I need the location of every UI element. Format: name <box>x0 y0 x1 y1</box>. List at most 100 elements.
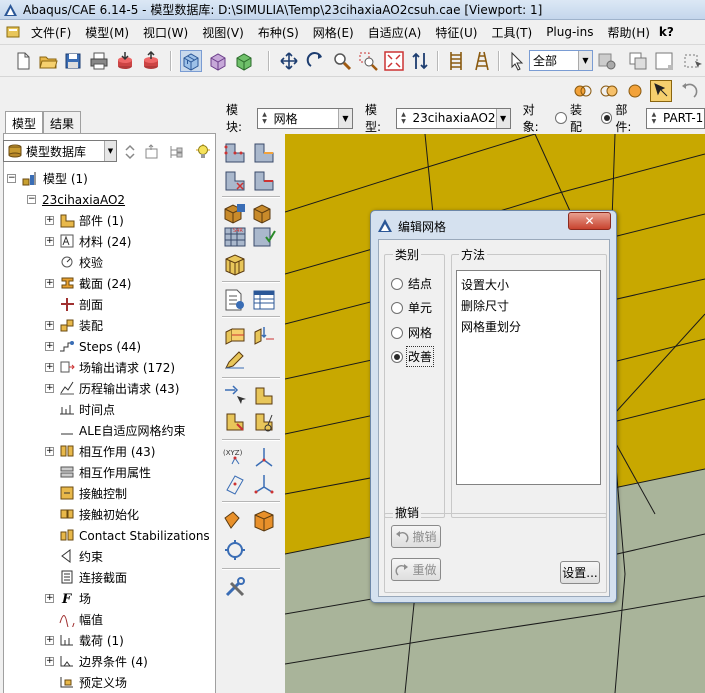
box-select-button[interactable] <box>653 50 675 72</box>
expand-icon[interactable]: + <box>45 636 54 645</box>
box-zoom-button[interactable] <box>357 50 379 72</box>
tree-item[interactable]: + 材料 (24) <box>5 231 215 252</box>
ruler-button[interactable] <box>445 50 467 72</box>
tree-item[interactable]: 预定义场 <box>5 672 215 693</box>
category-element[interactable]: 单元 <box>391 299 432 316</box>
model-select[interactable]: ▲ ▼ 23cihaxiaAO2 ▼ <box>395 107 511 129</box>
tree-item[interactable]: + 场输出请求 (172) <box>5 357 215 378</box>
tree-item[interactable]: 相互作用属性 <box>5 462 215 483</box>
tree-item[interactable]: + 截面 (24) <box>5 273 215 294</box>
expand-icon[interactable]: + <box>45 321 54 330</box>
tab-model[interactable]: 模型 <box>5 111 44 133</box>
tree-item[interactable]: + 相互作用 (43) <box>5 441 215 462</box>
tree-item[interactable]: + 边界条件 (4) <box>5 651 215 672</box>
tree-item[interactable]: ALE自适应网格约束 <box>5 420 215 441</box>
partition-edge-tool[interactable] <box>252 322 276 346</box>
tree-item[interactable]: 校验 <box>5 252 215 273</box>
expand-icon[interactable]: + <box>45 279 54 288</box>
edit-geometry-tool[interactable] <box>223 348 247 372</box>
expand-icon[interactable]: + <box>45 384 54 393</box>
render-style-button[interactable] <box>572 80 594 102</box>
export-button[interactable] <box>140 50 162 72</box>
drag-select-button[interactable] <box>682 50 704 72</box>
verify-mesh-tool[interactable]: S4R <box>223 225 247 249</box>
mesh-display-button[interactable] <box>180 50 202 72</box>
mesh-part-tool[interactable] <box>252 225 276 249</box>
menu-file[interactable]: 文件(F) <box>24 24 78 41</box>
rotate-button[interactable] <box>305 50 327 72</box>
expand-icon[interactable]: + <box>45 594 54 603</box>
method-set-size[interactable]: 设置大小 <box>461 276 509 293</box>
new-file-button[interactable] <box>12 50 34 72</box>
assign-mesh-controls-tool[interactable] <box>223 201 247 225</box>
tools-settings-tool[interactable] <box>223 575 247 599</box>
settings-button[interactable]: 设置... <box>560 561 600 584</box>
part-radio[interactable] <box>600 112 613 124</box>
create-datum-axis-tool[interactable] <box>252 446 276 470</box>
delete-edge-seeds-tool[interactable] <box>252 169 276 193</box>
selection-filter-select[interactable]: 全部 ▼ <box>529 50 593 71</box>
tree-model-node[interactable]: − 23cihaxiaAO2 <box>5 189 215 210</box>
virtual-topology-tool[interactable] <box>223 384 247 408</box>
partition-cell-tool[interactable] <box>223 508 247 532</box>
open-button[interactable] <box>37 50 59 72</box>
create-datum-plane-tool[interactable] <box>223 472 247 496</box>
category-mesh-radio[interactable] <box>391 326 403 339</box>
boolean-button[interactable] <box>627 50 649 72</box>
tree-item[interactable]: 连接截面 <box>5 567 215 588</box>
ruler-alt-button[interactable] <box>471 50 493 72</box>
dialog-title-bar[interactable]: 编辑网格 <box>377 217 446 235</box>
tree-item[interactable]: + 装配 <box>5 315 215 336</box>
collapse-icon[interactable]: − <box>7 174 16 183</box>
module-select[interactable]: ▲ ▼ 网格 ▼ <box>256 107 353 129</box>
category-refine-radio[interactable] <box>391 350 403 363</box>
menu-model[interactable]: 模型(M) <box>78 24 136 41</box>
expand-icon[interactable]: + <box>45 342 54 351</box>
tree-item[interactable]: + 部件 (1) <box>5 210 215 231</box>
cycle-views-button[interactable] <box>409 50 431 72</box>
tree-item[interactable]: 约束 <box>5 546 215 567</box>
tree-item[interactable]: 接触初始化 <box>5 504 215 525</box>
print-button[interactable] <box>88 50 110 72</box>
seed-edges-tool[interactable] <box>252 141 276 165</box>
restore-entities-tool[interactable] <box>252 410 276 434</box>
menu-mesh[interactable]: 网格(E) <box>306 24 361 41</box>
select-cursor-button[interactable] <box>506 50 528 72</box>
menu-view[interactable]: 视图(V) <box>195 24 251 41</box>
mesh-table-tool[interactable] <box>252 288 276 312</box>
zoom-button[interactable] <box>331 50 353 72</box>
tree-root[interactable]: − 模型 (1) <box>5 168 215 189</box>
tree-item[interactable]: 时间点 <box>5 399 215 420</box>
tree-item[interactable]: + Steps (44) <box>5 336 215 357</box>
close-button[interactable]: ✕ <box>568 212 611 230</box>
expand-icon[interactable]: + <box>45 237 54 246</box>
create-datum-point-tool[interactable]: (XYZ) <box>223 446 247 470</box>
render-outline-button[interactable] <box>598 80 620 102</box>
tree-item[interactable]: + 历程输出请求 (43) <box>5 378 215 399</box>
whats-this-button[interactable]: k? <box>659 25 674 39</box>
category-refine[interactable]: 改善 <box>391 346 435 367</box>
category-mesh[interactable]: 网格 <box>391 324 432 341</box>
tab-results[interactable]: 结果 <box>43 111 82 133</box>
part-select[interactable]: ▲ ▼ PART-1 <box>645 107 705 129</box>
query-button[interactable] <box>650 80 672 102</box>
pan-button[interactable] <box>278 50 300 72</box>
seed-part-tool[interactable] <box>223 141 247 165</box>
pick-button[interactable] <box>596 50 618 72</box>
partition-cell-alt-tool[interactable] <box>252 508 276 532</box>
redo-button[interactable]: 重做 <box>391 558 441 581</box>
system-menu-icon[interactable] <box>6 25 20 39</box>
method-remesh[interactable]: 网格重划分 <box>461 318 521 335</box>
partition-face-tool[interactable] <box>223 322 247 346</box>
expand-icon[interactable]: + <box>45 447 54 456</box>
expand-icon[interactable]: + <box>45 657 54 666</box>
tree-selector[interactable]: 模型数据库 ▼ <box>3 140 117 162</box>
menu-help[interactable]: 帮助(H) <box>601 24 657 41</box>
tree-item[interactable]: + F 场 <box>5 588 215 609</box>
expand-icon[interactable]: + <box>45 216 54 225</box>
shaded-display-button[interactable] <box>207 50 229 72</box>
auto-fit-button[interactable] <box>383 50 405 72</box>
solid-display-button[interactable] <box>233 50 255 72</box>
collapse-icon[interactable]: − <box>27 195 36 204</box>
tree-item[interactable]: + 载荷 (1) <box>5 630 215 651</box>
